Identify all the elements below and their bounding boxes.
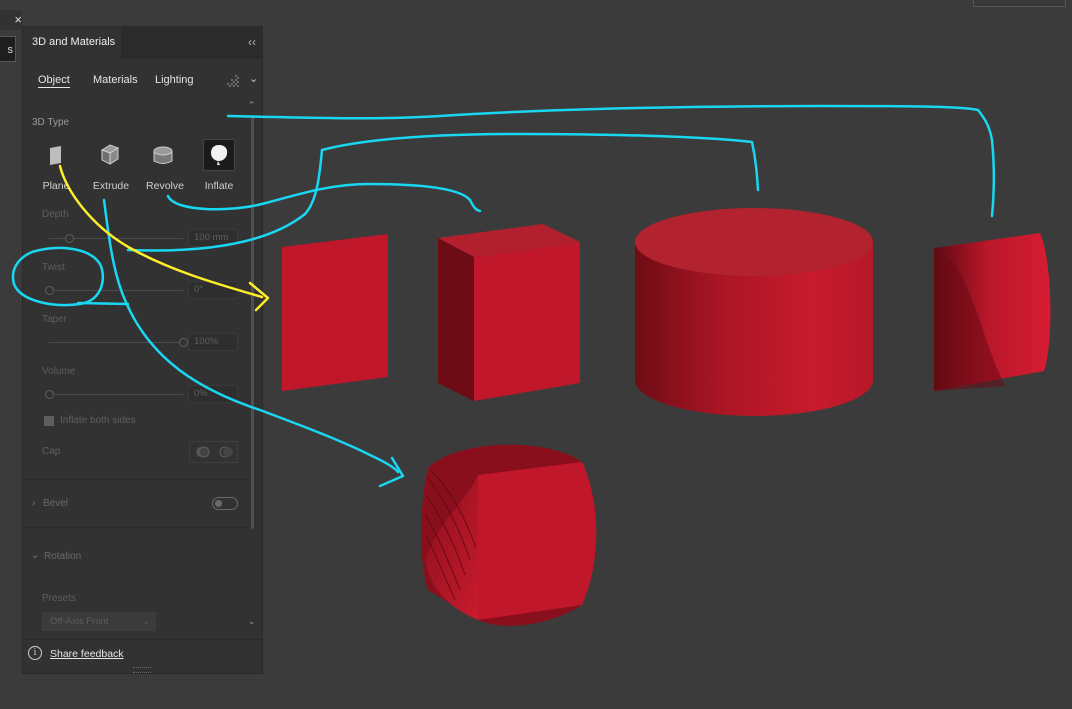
depth-value-field[interactable]: 100 mm [188, 229, 238, 247]
type-plane-label: Plane [42, 180, 70, 192]
volume-slider-track[interactable] [49, 394, 183, 395]
bevel-toggle[interactable] [212, 497, 238, 510]
taper-value-field[interactable]: 100% [188, 333, 238, 351]
type-revolve-button[interactable] [147, 139, 179, 171]
cap-on-button-icon[interactable] [192, 444, 212, 460]
type-inflate-button[interactable] [203, 139, 235, 171]
volume-value-field[interactable]: 0% [188, 385, 238, 403]
type-revolve-label: Revolve [146, 180, 184, 192]
volume-label: Volume [42, 366, 76, 377]
twist-slider-track[interactable] [49, 290, 183, 291]
extrude-cube-icon [100, 144, 120, 165]
tab-object[interactable]: Object [38, 74, 70, 88]
inflated-shape[interactable] [934, 233, 1051, 391]
bevel-toggle-knob [215, 500, 222, 507]
panel-header: 3D and Materials ‹‹ [23, 27, 262, 59]
tab-lighting[interactable]: Lighting [155, 74, 194, 86]
tab-materials[interactable]: Materials [93, 74, 138, 86]
taper-slider-track[interactable] [49, 342, 183, 343]
panel-title-tab[interactable]: 3D and Materials [23, 27, 121, 59]
rotation-collapse-chevron-icon[interactable]: ⌄ [31, 550, 39, 561]
inflate-both-sides-label: Inflate both sides [60, 415, 136, 426]
revolved-cylinder-shape[interactable] [635, 208, 873, 416]
inflate-balloon-icon [211, 145, 228, 165]
extruded-box-shape[interactable] [438, 224, 580, 401]
presets-dropdown[interactable]: Off-Axis Front ⌄ [42, 612, 156, 631]
cyan-annotation-path [378, 456, 405, 488]
twist-value-field[interactable]: 0° [188, 281, 238, 299]
section-divider [23, 527, 248, 528]
presets-label: Presets [42, 593, 76, 604]
taper-label: Taper [42, 314, 68, 325]
type-inflate-label: Inflate [204, 180, 234, 192]
twisted-extrusion-shape[interactable] [421, 444, 597, 626]
close-panel-button[interactable]: × [0, 10, 22, 30]
plane-icon [50, 146, 61, 165]
depth-slider-knob[interactable] [65, 234, 75, 243]
section-divider [23, 479, 248, 480]
panel-options-chevron-icon[interactable]: ⌄ [249, 72, 258, 85]
twist-slider-knob[interactable] [45, 286, 54, 295]
top-right-panel-edge [973, 0, 1066, 7]
footer-divider [23, 639, 262, 640]
left-panel-tab[interactable]: s [0, 36, 16, 62]
scroll-up-arrow-icon[interactable]: ⌃ [248, 100, 256, 111]
dropdown-chevron-icon: ⌄ [142, 616, 150, 626]
share-feedback-link[interactable]: Share feedback [50, 648, 124, 660]
presets-selected-value: Off-Axis Front [50, 616, 109, 627]
volume-slider-knob[interactable] [45, 390, 54, 399]
cap-off-button-icon[interactable] [216, 444, 236, 460]
collapse-panel-icon[interactable]: ‹‹ [248, 35, 256, 49]
taper-slider-knob[interactable] [179, 338, 188, 347]
rotation-label: Rotation [44, 551, 82, 562]
type-extrude-label: Extrude [92, 180, 130, 192]
scrollbar-thumb[interactable] [251, 117, 254, 529]
cap-toggle-group [189, 441, 238, 463]
bevel-label: Bevel [43, 498, 69, 509]
type-plane-button[interactable] [39, 139, 71, 171]
cap-label: Cap [42, 446, 61, 457]
inflate-both-sides-checkbox[interactable] [44, 416, 54, 426]
bevel-expand-chevron-icon[interactable]: › [32, 498, 35, 509]
plane-shape[interactable] [282, 234, 388, 391]
revolve-cylinder-icon [153, 146, 173, 164]
panel-scrollbar[interactable]: ⌃ ⌄ [248, 100, 258, 628]
cyan-annotation-path [226, 104, 996, 218]
type-extrude-button[interactable] [93, 139, 125, 171]
3d-materials-panel: 3D and Materials ‹‹ Object Materials Lig… [22, 26, 263, 674]
scroll-down-arrow-icon[interactable]: ⌄ [248, 616, 256, 627]
twist-label: Twist [42, 262, 65, 273]
render-grid-icon[interactable] [227, 75, 239, 87]
depth-label: Depth [42, 209, 69, 220]
panel-resize-grip[interactable] [133, 667, 151, 673]
info-icon: i [28, 646, 42, 660]
3d-type-heading: 3D Type [32, 117, 70, 128]
